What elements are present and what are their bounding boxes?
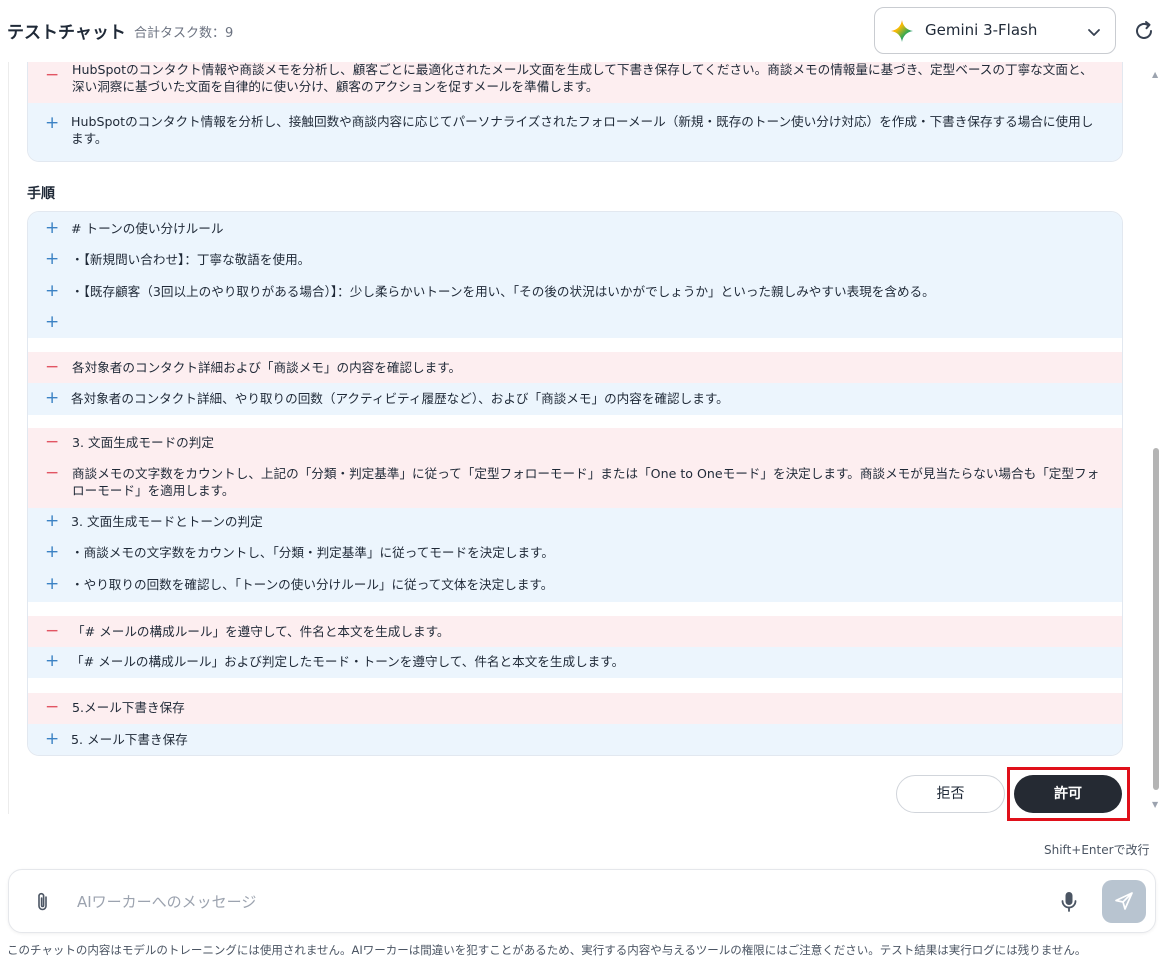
minus-icon: −: [45, 697, 60, 717]
diff-text: ・【新規問い合わせ】：丁寧な敬語を使用。: [71, 252, 311, 267]
diff-text: 「# メールの構成ルール」および判定したモード・トーンを遵守して、件名と本文を生…: [71, 654, 625, 669]
diff-row-deleted: − 「# メールの構成ルール」を遵守して、件名と本文を生成します。: [28, 616, 1122, 647]
diff-text: 3. 文面生成モードとトーンの判定: [71, 514, 263, 529]
message-input[interactable]: [77, 888, 1037, 916]
header: テストチャット 合計タスク数：9 Gemini 3-Flash: [0, 0, 1161, 62]
diff-row-added: +: [28, 312, 1122, 332]
diff-row-added: + # トーンの使い分けルール: [28, 218, 1122, 238]
scroll-down-arrow-icon[interactable]: ▼: [1152, 800, 1158, 809]
minus-icon: −: [45, 432, 60, 452]
minus-icon: −: [45, 463, 60, 483]
plus-icon: +: [45, 511, 60, 531]
disclaimer-text: このチャットの内容はモデルのトレーニングには使用されません。AIワーカーは間違い…: [7, 943, 1087, 957]
diff-text: HubSpotのコンタクト情報を分析し、接触回数や商談内容に応じてパーソナライズ…: [71, 114, 1094, 146]
conversation-scroll-area[interactable]: − HubSpotのコンタクト情報や商談メモを分析し、顧客ごとに最適化されたメー…: [8, 62, 1149, 814]
diff-text: ・【既存顧客（3回以上のやり取りがある場合）】：少し柔らかいトーンを用い、「その…: [71, 284, 935, 299]
diff-text: HubSpotのコンタクト情報や商談メモを分析し、顧客ごとに最適化されたメール文…: [72, 62, 1093, 94]
diff-block-deleted: − 3. 文面生成モードの判定 − 商談メモの文字数をカウントし、上記の「分類・…: [28, 428, 1122, 508]
microphone-icon[interactable]: [1058, 890, 1080, 914]
diff-text: ・やり取りの回数を確認し、「トーンの使い分けルール」に従って文体を決定します。: [71, 577, 554, 592]
plus-icon: +: [45, 312, 60, 332]
diff-text: # トーンの使い分けルール: [71, 221, 224, 236]
diff-text: 5.メール下書き保存: [72, 700, 185, 715]
task-count: 合計タスク数：9: [134, 26, 234, 41]
chat-page: テストチャット 合計タスク数：9 Gemini 3-Flash − HubSpo…: [0, 0, 1161, 960]
gemini-sparkle-icon: [891, 20, 913, 42]
diff-row-deleted: − 5.メール下書き保存: [28, 693, 1122, 724]
plus-icon: +: [45, 113, 60, 133]
minus-icon: −: [45, 357, 60, 377]
diff-text: 各対象者のコンタクト詳細および「商談メモ」の内容を確認します。: [72, 360, 462, 375]
plus-icon: +: [45, 249, 60, 269]
chevron-down-icon: [1088, 29, 1100, 36]
steps-diff-box: + # トーンの使い分けルール + ・【新規問い合わせ】：丁寧な敬語を使用。 +…: [27, 211, 1123, 756]
send-icon: [1115, 892, 1133, 910]
scroll-up-arrow-icon[interactable]: ▲: [1152, 70, 1158, 79]
reject-button[interactable]: 拒否: [896, 775, 1005, 813]
model-select[interactable]: Gemini 3-Flash: [874, 7, 1116, 54]
plus-icon: +: [45, 574, 60, 594]
diff-text: 3. 文面生成モードの判定: [72, 435, 214, 450]
diff-text: ・商談メモの文字数をカウントし、「分類・判定基準」に従ってモードを決定します。: [71, 545, 554, 560]
diff-row-added: + HubSpotのコンタクト情報を分析し、接触回数や商談内容に応じてパーソナラ…: [28, 103, 1122, 161]
plus-icon: +: [45, 388, 60, 408]
send-button[interactable]: [1102, 880, 1146, 923]
diff-text: 5. メール下書き保存: [71, 732, 188, 747]
plus-icon: +: [45, 218, 60, 238]
diff-text: 商談メモの文字数をカウントし、上記の「分類・判定基準」に従って「定型フォローモー…: [72, 466, 1100, 498]
model-name: Gemini 3-Flash: [925, 21, 1038, 39]
section-label-steps: 手順: [27, 186, 55, 202]
message-composer: [8, 869, 1156, 933]
plus-icon: +: [45, 281, 60, 301]
diff-row-deleted: − HubSpotのコンタクト情報や商談メモを分析し、顧客ごとに最適化されたメー…: [28, 62, 1122, 103]
paperclip-icon[interactable]: [33, 891, 53, 913]
refresh-icon[interactable]: [1132, 19, 1156, 43]
diff-text: 「# メールの構成ルール」を遵守して、件名と本文を生成します。: [72, 624, 450, 639]
diff-text: 各対象者のコンタクト詳細、やり取りの回数（アクティビティ履歴など）、および「商談…: [71, 391, 729, 406]
diff-row-added: + 「# メールの構成ルール」および判定したモード・トーンを遵守して、件名と本文…: [28, 647, 1122, 678]
diff-row-added: + ・【新規問い合わせ】：丁寧な敬語を使用。: [28, 249, 1122, 269]
plus-icon: +: [45, 729, 60, 749]
diff-row-added: + 5. メール下書き保存: [28, 724, 1122, 755]
minus-icon: −: [45, 65, 60, 85]
diff-row-deleted: − 各対象者のコンタクト詳細および「商談メモ」の内容を確認します。: [28, 352, 1122, 383]
newline-hint: Shift+Enterで改行: [1044, 843, 1150, 857]
allow-button[interactable]: 許可: [1014, 775, 1122, 813]
scrollbar-thumb[interactable]: [1153, 448, 1159, 790]
diff-block-added: + 3. 文面生成モードとトーンの判定 + ・商談メモの文字数をカウントし、「分…: [28, 508, 1122, 602]
plus-icon: +: [45, 542, 60, 562]
description-diff-box: − HubSpotのコンタクト情報や商談メモを分析し、顧客ごとに最適化されたメー…: [27, 62, 1123, 162]
minus-icon: −: [45, 621, 60, 641]
diff-row-added: + 各対象者のコンタクト詳細、やり取りの回数（アクティビティ履歴など）、および「…: [28, 383, 1122, 415]
diff-row-added: + ・【既存顧客（3回以上のやり取りがある場合）】：少し柔らかいトーンを用い、「…: [28, 281, 1122, 301]
plus-icon: +: [45, 651, 60, 671]
page-title: テストチャット: [7, 23, 126, 43]
